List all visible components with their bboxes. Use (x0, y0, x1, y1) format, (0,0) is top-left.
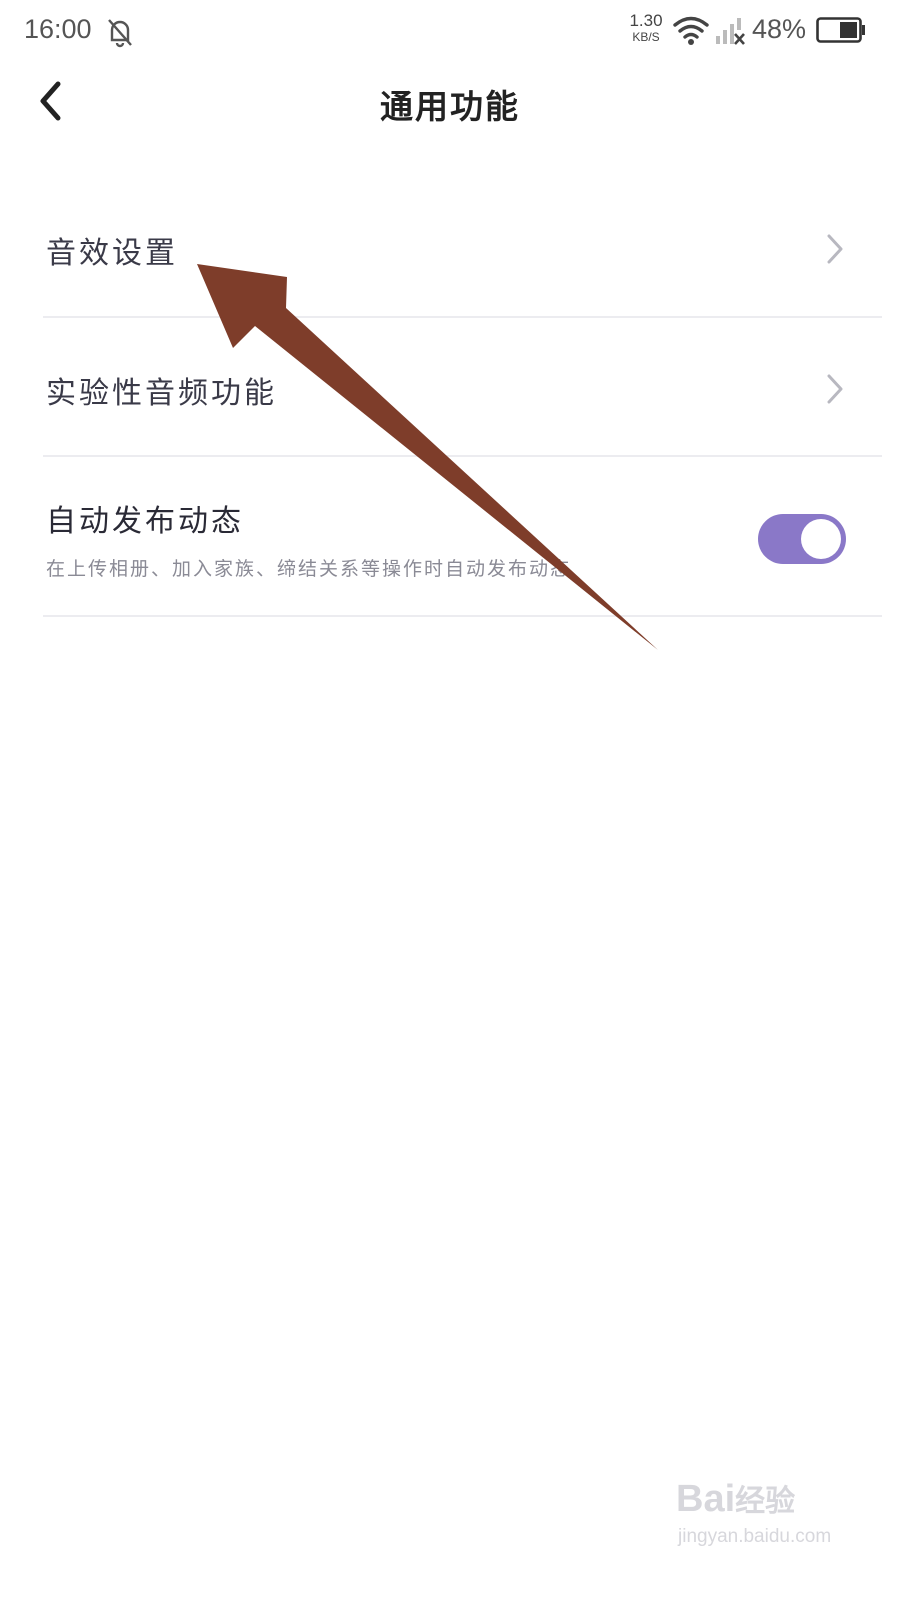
network-speed: 1.30 KB/S (629, 11, 663, 44)
battery-icon (816, 17, 865, 43)
battery-percentage: 48% (752, 14, 807, 44)
bell-off-icon (108, 19, 132, 48)
settings-row-label: 自动发布动态 (46, 504, 244, 539)
divider (43, 615, 882, 617)
wifi-icon (673, 16, 709, 45)
page-title: 通用功能 (380, 87, 520, 126)
chevron-right-icon (827, 234, 843, 264)
status-time: 16:00 (24, 14, 92, 44)
baidu-watermark: Bai经验 jingyan.baidu.com (676, 1470, 876, 1560)
watermark-logo: Bai经验 (676, 1478, 796, 1520)
status-bar: 16:00 1.30 KB/S 48% (0, 0, 900, 64)
chevron-right-icon (827, 374, 843, 404)
settings-row-sound-effects[interactable]: 音效设置 (0, 180, 900, 318)
settings-row-experimental-audio[interactable]: 实验性音频功能 (0, 318, 900, 456)
toggle-knob (801, 519, 841, 559)
settings-row-auto-post: 自动发布动态 在上传相册、加入家族、缔结关系等操作时自动发布动态 (0, 457, 900, 615)
auto-post-toggle[interactable] (758, 514, 846, 564)
settings-row-label: 实验性音频功能 (46, 376, 277, 411)
app-header: 通用功能 (0, 64, 900, 150)
settings-row-description: 在上传相册、加入家族、缔结关系等操作时自动发布动态 (46, 558, 572, 580)
signal-no-service-icon (716, 18, 745, 45)
settings-row-label: 音效设置 (46, 236, 178, 271)
watermark-url: jingyan.baidu.com (678, 1526, 832, 1547)
